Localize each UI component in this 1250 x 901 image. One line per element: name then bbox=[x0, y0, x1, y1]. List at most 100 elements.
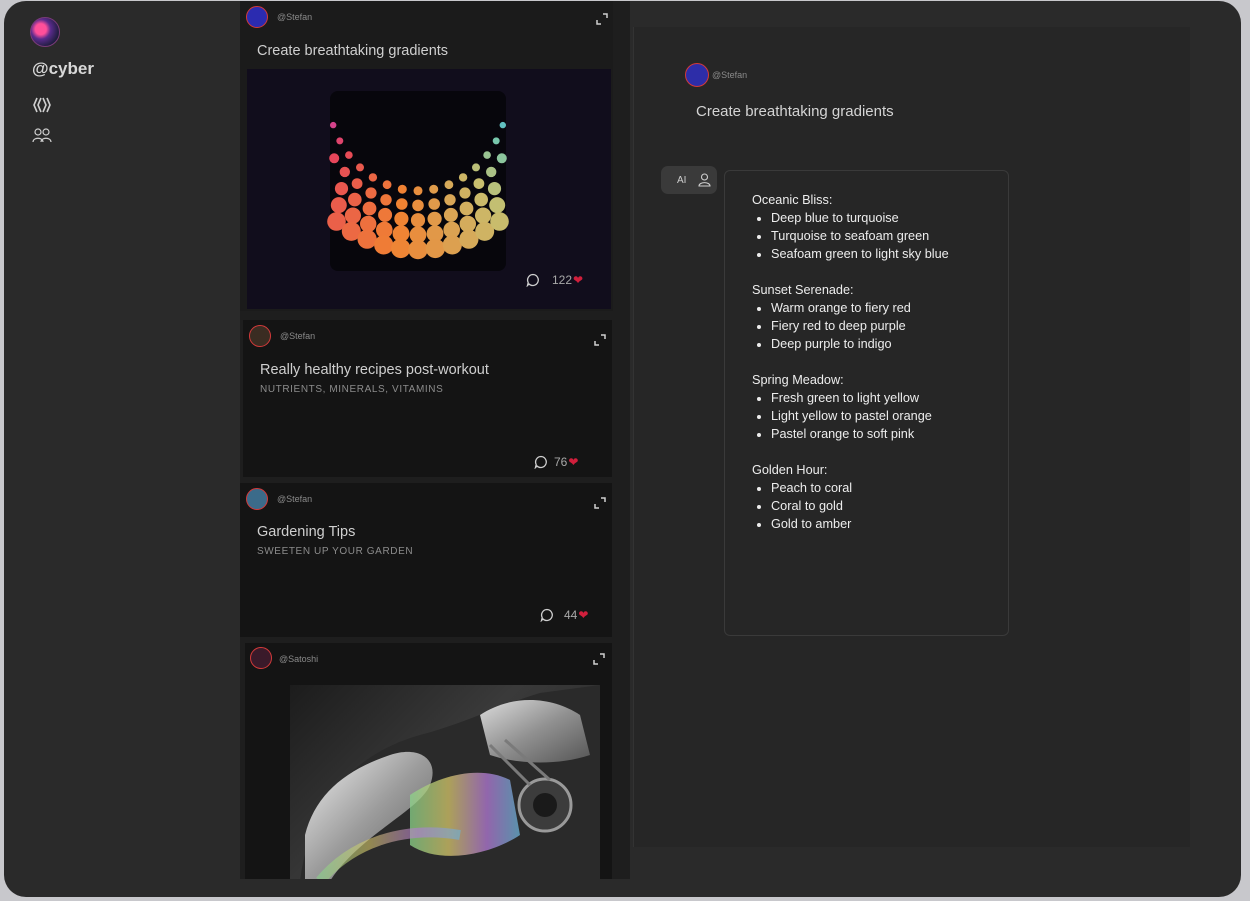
group-heading: Sunset Serenade: bbox=[752, 283, 854, 297]
gradient-dot bbox=[483, 151, 491, 159]
gradient-dot bbox=[458, 173, 468, 182]
gradient-dot bbox=[374, 235, 394, 255]
list-item: Deep blue to turquoise bbox=[771, 209, 1008, 227]
list-item: Pastel orange to soft pink bbox=[771, 425, 1008, 443]
gradient-dot bbox=[499, 121, 506, 129]
detail-username: @Stefan bbox=[712, 70, 748, 80]
post-stats: 44 ❤ bbox=[540, 608, 588, 622]
gradient-dot bbox=[396, 198, 408, 210]
expand-icon[interactable] bbox=[593, 496, 607, 510]
expand-icon[interactable] bbox=[593, 333, 607, 347]
gradient-dot bbox=[496, 153, 507, 164]
post-avatar bbox=[249, 325, 271, 347]
gradient-dot bbox=[443, 207, 458, 222]
gradient-group: Oceanic Bliss: Deep blue to turquoise Tu… bbox=[752, 191, 1008, 263]
gradient-group: Spring Meadow: Fresh green to light yell… bbox=[752, 371, 1008, 443]
gradient-dot bbox=[356, 163, 364, 172]
list-item: Peach to coral bbox=[771, 479, 1008, 497]
sidebar: @cyber bbox=[4, 1, 240, 897]
gradient-dot bbox=[365, 187, 377, 199]
gradient-dot bbox=[474, 192, 488, 207]
post-detail-panel: @Stefan Create breathtaking gradients AI… bbox=[633, 27, 1190, 847]
list-item: Seafoam green to light sky blue bbox=[771, 245, 1008, 263]
gradient-dot bbox=[410, 213, 426, 228]
gradient-dot bbox=[329, 153, 340, 164]
gradient-dot bbox=[382, 180, 392, 190]
post-avatar bbox=[250, 647, 272, 669]
gradient-dot bbox=[444, 194, 456, 206]
gradient-dot bbox=[472, 163, 480, 172]
list-item: Fiery red to deep purple bbox=[771, 317, 1008, 335]
gradient-dot bbox=[391, 238, 411, 259]
gradient-dot bbox=[330, 197, 347, 214]
detail-title: Create breathtaking gradients bbox=[696, 103, 894, 120]
gradient-dot bbox=[459, 187, 471, 199]
ai-toggle[interactable]: AI bbox=[661, 166, 717, 194]
gradient-dot bbox=[345, 151, 353, 159]
gradient-dot bbox=[344, 207, 361, 224]
app-window: @cyber @Stefan Create breathtaking gradi… bbox=[4, 1, 1241, 897]
gradient-dot bbox=[492, 137, 500, 145]
group-heading: Oceanic Bliss: bbox=[752, 193, 833, 207]
post-username: @Stefan bbox=[277, 494, 313, 504]
detail-avatar bbox=[685, 63, 709, 87]
gradient-dot bbox=[380, 194, 392, 206]
heart-icon[interactable]: ❤ bbox=[573, 273, 583, 287]
expand-icon[interactable] bbox=[595, 12, 609, 26]
gradient-dot bbox=[368, 173, 378, 182]
gradient-dot bbox=[473, 178, 485, 189]
post-card[interactable]: @Stefan Create breathtaking gradients 12… bbox=[240, 1, 613, 311]
person-icon bbox=[698, 173, 712, 187]
heart-icon[interactable]: ❤ bbox=[578, 608, 588, 622]
post-title: Gardening Tips bbox=[257, 524, 356, 540]
comment-icon[interactable] bbox=[526, 273, 540, 287]
feed-column: @Stefan Create breathtaking gradients 12… bbox=[240, 1, 630, 879]
gradient-group: Golden Hour: Peach to coral Coral to gol… bbox=[752, 461, 1008, 533]
list-item: Light yellow to pastel orange bbox=[771, 407, 1008, 425]
post-subtitle: NUTRIENTS, MINERALS, VITAMINS bbox=[260, 384, 444, 395]
like-count: 44 bbox=[564, 608, 578, 622]
people-icon[interactable] bbox=[32, 126, 52, 144]
user-avatar[interactable] bbox=[30, 17, 60, 47]
gradient-dot bbox=[442, 235, 462, 255]
post-card[interactable]: @Stefan Really healthy recipes post-work… bbox=[243, 320, 612, 477]
gradient-dot bbox=[408, 239, 428, 260]
robot-arm-image bbox=[290, 685, 600, 879]
comment-icon[interactable] bbox=[534, 455, 548, 469]
post-card[interactable]: @Satoshi bbox=[245, 643, 612, 879]
gradient-dot bbox=[397, 184, 407, 194]
gradient-dot bbox=[339, 166, 350, 178]
gradient-dot bbox=[348, 192, 362, 207]
gradient-dot bbox=[425, 238, 445, 259]
gradient-dot bbox=[330, 121, 337, 129]
like-count: 122 bbox=[552, 273, 573, 287]
ai-response-box: Oceanic Bliss: Deep blue to turquoise Tu… bbox=[724, 170, 1009, 636]
like-count: 76 bbox=[554, 455, 568, 469]
list-item: Coral to gold bbox=[771, 497, 1008, 515]
gradient-dot bbox=[459, 215, 476, 233]
gradient-dot bbox=[360, 215, 377, 233]
post-title: Really healthy recipes post-workout bbox=[260, 362, 489, 378]
post-card[interactable]: @Stefan Gardening Tips SWEETEN UP YOUR G… bbox=[240, 483, 612, 637]
feed-icon[interactable] bbox=[32, 96, 52, 114]
group-heading: Golden Hour: bbox=[752, 463, 828, 477]
post-avatar bbox=[246, 488, 268, 510]
gradient-dot bbox=[336, 137, 344, 145]
gradient-dot bbox=[486, 166, 497, 178]
gradient-dot bbox=[487, 182, 502, 196]
post-subtitle: SWEETEN UP YOUR GARDEN bbox=[257, 546, 414, 557]
post-username: @Stefan bbox=[280, 331, 316, 341]
list-item: Turquoise to seafoam green bbox=[771, 227, 1008, 245]
list-item: Warm orange to fiery red bbox=[771, 299, 1008, 317]
gradient-dot bbox=[427, 211, 442, 226]
post-stats: 122 ❤ bbox=[526, 273, 583, 287]
heart-icon[interactable]: ❤ bbox=[568, 455, 578, 469]
comment-icon[interactable] bbox=[540, 608, 554, 622]
expand-icon[interactable] bbox=[592, 652, 606, 666]
gradient-dot bbox=[351, 178, 363, 189]
gradient-dot bbox=[429, 184, 439, 194]
gradient-dot bbox=[394, 211, 409, 226]
gradient-dot bbox=[378, 207, 393, 222]
list-item: Fresh green to light yellow bbox=[771, 389, 1008, 407]
gradient-dot bbox=[357, 229, 377, 249]
